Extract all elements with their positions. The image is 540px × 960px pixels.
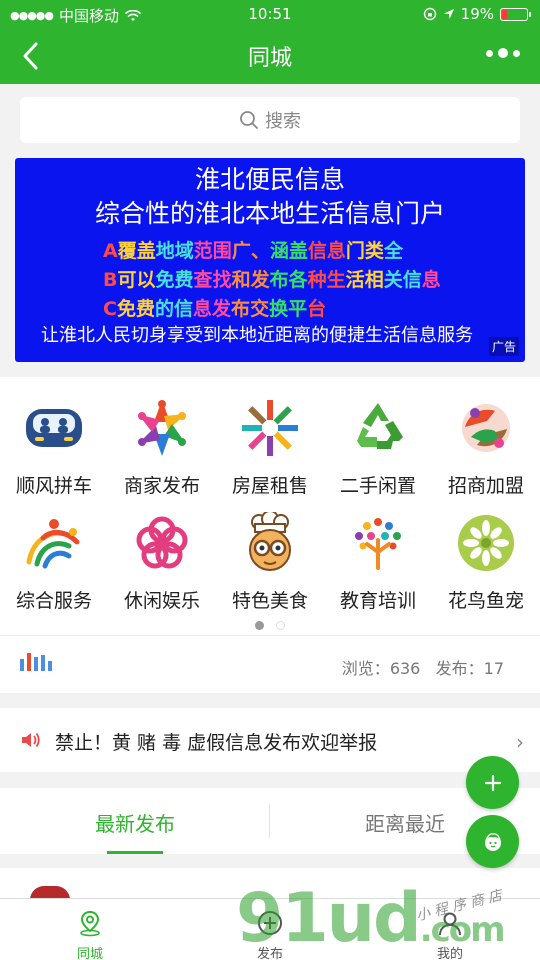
tab-underline	[107, 851, 163, 854]
page-dot[interactable]	[276, 621, 285, 630]
banner-title: 淮北便民信息	[194, 165, 345, 194]
banner-line-a: A覆盖地域范围广、涵盖信息门类全	[103, 240, 403, 262]
category-food[interactable]: 特色美食	[216, 492, 324, 612]
banner-line-d: 让淮北人民切身享受到本地近距离的便捷生活信息服务	[41, 325, 473, 346]
speaker-icon	[22, 732, 40, 748]
handshake-icon	[462, 404, 510, 452]
page-title: 同城	[247, 46, 292, 71]
tabbar-item-city[interactable]: 同城	[0, 899, 180, 960]
banner-line-b: B可以免费查找和发布各种生活相关信息	[103, 269, 441, 291]
more-dots-icon[interactable]	[486, 48, 520, 58]
category-grid: 顺风拼车 商家发布 房屋租售 二手闲置 招商加盟 综合服务 休闲娱乐 特色美食 …	[0, 377, 540, 635]
chevron-right-icon[interactable]: ›	[516, 730, 524, 754]
plus-icon	[484, 774, 501, 791]
houses-ring-icon	[242, 400, 298, 456]
search-input[interactable]: 搜索	[20, 97, 520, 143]
category-second-hand[interactable]: 二手闲置	[324, 377, 432, 497]
people-arc-icon	[26, 519, 80, 569]
category-education[interactable]: 教育培训	[324, 492, 432, 612]
category-leisure[interactable]: 休闲娱乐	[108, 492, 216, 612]
tab-latest[interactable]: 最新发布	[0, 788, 270, 854]
notice-bar[interactable]: 禁止！黄 赌 毒 虚假信息发布欢迎举报 ›	[0, 708, 540, 772]
car-icon	[26, 409, 82, 447]
rotation-lock-icon	[423, 7, 436, 21]
tab-label: 最新发布	[95, 812, 175, 836]
category-label: 综合服务	[15, 590, 92, 612]
views-label: 浏览：	[341, 659, 390, 678]
people-circle-icon	[138, 400, 186, 456]
stats-text: 浏览：636 发布：17	[342, 655, 504, 679]
tabbar-label: 我的	[436, 947, 463, 960]
category-general-service[interactable]: 综合服务	[0, 492, 108, 612]
battery-percent: 19%	[460, 5, 494, 23]
status-bar: ●●●●● 中国移动 10:51 19%	[0, 0, 540, 28]
category-label: 特色美食	[231, 590, 308, 612]
tree-people-icon	[355, 518, 401, 570]
nav-bar: 同城	[0, 28, 540, 84]
flower-knot-icon	[136, 516, 188, 569]
stats-bar: 浏览：636 发布：17	[0, 635, 540, 693]
category-housing[interactable]: 房屋租售	[216, 377, 324, 497]
chef-icon	[249, 510, 291, 571]
category-franchise[interactable]: 招商加盟	[432, 377, 540, 497]
battery-icon	[500, 7, 531, 21]
search-placeholder: 搜索	[265, 111, 301, 132]
posts-count: 17	[483, 659, 504, 678]
notice-text: 禁止！黄 赌 毒 虚假信息发布欢迎举报	[55, 732, 378, 754]
category-pets[interactable]: 花鸟鱼宠	[432, 492, 540, 612]
location-arrow-icon	[443, 9, 454, 19]
search-icon	[240, 111, 258, 129]
user-face-icon	[484, 832, 501, 851]
page-dot-active[interactable]	[255, 621, 264, 630]
page-indicator	[0, 621, 540, 630]
profile-button[interactable]	[466, 815, 519, 868]
category-merchant[interactable]: 商家发布	[108, 377, 216, 497]
listing-tabs: 最新发布 距离最近	[0, 788, 540, 854]
category-label: 休闲娱乐	[123, 590, 200, 612]
banner-subtitle: 综合性的淮北本地生活信息门户	[94, 199, 445, 228]
tabbar-item-post[interactable]: 发布	[180, 899, 360, 960]
plus-circle-icon	[258, 911, 282, 935]
leaf-flower-icon	[458, 515, 514, 571]
promo-banner[interactable]: 淮北便民信息 综合性的淮北本地生活信息门户 A覆盖地域范围广、涵盖信息门类全 B…	[15, 158, 525, 362]
tab-label: 距离最近	[365, 812, 445, 836]
search-area: 搜索	[0, 84, 540, 156]
recycle-icon	[357, 403, 403, 449]
location-pin-icon	[80, 910, 100, 937]
posts-label: 发布：	[435, 659, 484, 678]
category-carpool[interactable]: 顺风拼车	[0, 377, 108, 497]
category-label: 教育培训	[339, 590, 416, 612]
add-button[interactable]	[466, 756, 519, 809]
tabbar-label: 发布	[256, 947, 283, 960]
tabbar-label: 同城	[76, 947, 103, 960]
views-count: 636	[389, 659, 421, 678]
banner-line-c: C免费的信息发布交换平台	[103, 298, 327, 320]
category-label: 花鸟鱼宠	[447, 590, 524, 612]
bar-chart-icon	[20, 653, 52, 671]
ad-label: 广告	[488, 337, 519, 356]
